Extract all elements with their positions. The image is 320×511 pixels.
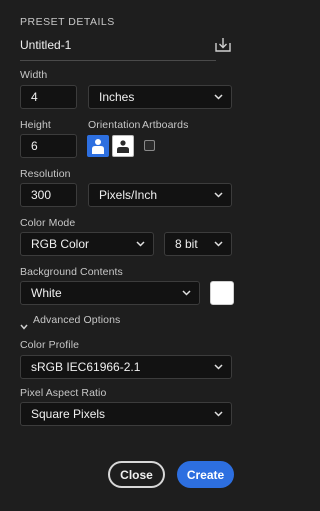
chevron-down-icon <box>214 192 223 198</box>
portrait-person-icon <box>92 139 104 154</box>
background-contents-value: White <box>31 286 62 300</box>
chevron-down-icon <box>182 290 191 296</box>
save-preset-icon[interactable] <box>214 36 232 54</box>
color-mode-select[interactable]: RGB Color <box>20 232 154 256</box>
height-value: 6 <box>31 139 38 153</box>
chevron-down-icon <box>214 241 223 247</box>
resolution-value: 300 <box>31 188 52 202</box>
advanced-options-toggle[interactable]: Advanced Options <box>20 314 121 330</box>
color-profile-value: sRGB IEC61966-2.1 <box>31 360 141 374</box>
orientation-label: Orientation <box>88 119 141 131</box>
width-unit-select[interactable]: Inches <box>88 85 232 109</box>
background-contents-select[interactable]: White <box>20 281 200 305</box>
height-input[interactable]: 6 <box>20 134 77 158</box>
chevron-down-icon <box>136 241 145 247</box>
bit-depth-select[interactable]: 8 bit <box>164 232 232 256</box>
portrait-orientation-button[interactable] <box>87 135 109 157</box>
width-unit-value: Inches <box>99 90 135 104</box>
resolution-input[interactable]: 300 <box>20 183 77 207</box>
pixel-aspect-ratio-label: Pixel Aspect Ratio <box>20 387 107 399</box>
resolution-unit-value: Pixels/Inch <box>99 188 158 202</box>
color-profile-select[interactable]: sRGB IEC61966-2.1 <box>20 355 232 379</box>
height-label: Height <box>20 119 51 131</box>
preset-details-panel: PRESET DETAILS Untitled-1 Width 4 Inches… <box>0 0 250 511</box>
landscape-person-icon <box>117 140 129 153</box>
create-button[interactable]: Create <box>177 461 234 488</box>
pixel-aspect-ratio-select[interactable]: Square Pixels <box>20 402 232 426</box>
color-profile-label: Color Profile <box>20 339 80 351</box>
width-label: Width <box>20 69 48 81</box>
pixel-aspect-ratio-value: Square Pixels <box>31 407 106 421</box>
chevron-down-icon <box>214 411 223 417</box>
artboards-label: Artboards <box>142 119 189 131</box>
bit-depth-value: 8 bit <box>175 237 198 251</box>
chevron-down-icon <box>214 94 223 100</box>
width-input[interactable]: 4 <box>20 85 77 109</box>
width-value: 4 <box>31 90 38 104</box>
artboards-checkbox[interactable] <box>144 140 155 151</box>
panel-header: PRESET DETAILS <box>20 16 115 28</box>
color-mode-label: Color Mode <box>20 217 76 229</box>
advanced-options-label: Advanced Options <box>33 314 121 326</box>
chevron-down-icon <box>20 317 28 330</box>
resolution-unit-select[interactable]: Pixels/Inch <box>88 183 232 207</box>
close-button[interactable]: Close <box>108 461 165 488</box>
chevron-down-icon <box>214 364 223 370</box>
preset-name-underline <box>20 60 216 61</box>
landscape-orientation-button[interactable] <box>112 135 134 157</box>
background-color-swatch[interactable] <box>210 281 234 305</box>
color-mode-value: RGB Color <box>31 237 90 251</box>
resolution-label: Resolution <box>20 168 71 180</box>
preset-name-field[interactable]: Untitled-1 <box>20 38 71 52</box>
background-contents-label: Background Contents <box>20 266 123 278</box>
